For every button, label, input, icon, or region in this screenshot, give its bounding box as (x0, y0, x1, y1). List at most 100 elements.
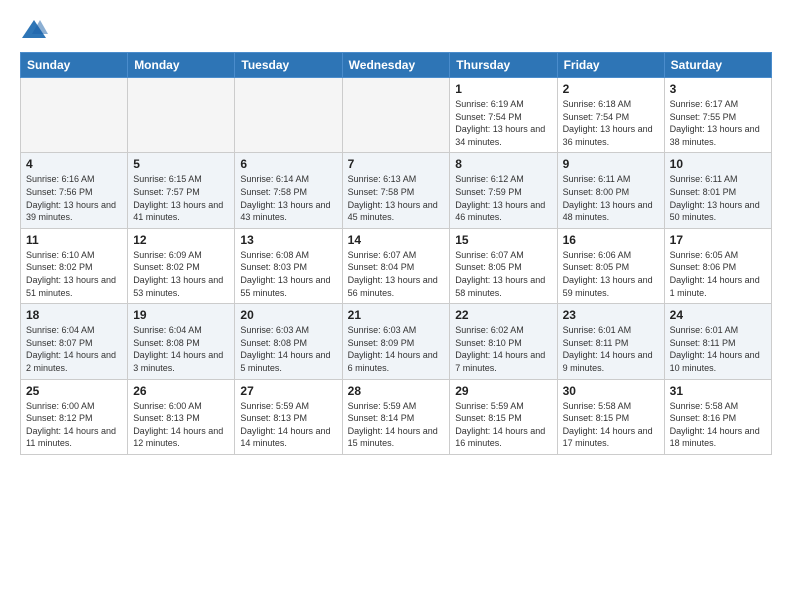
calendar-day-cell: 13 Sunrise: 6:08 AM Sunset: 8:03 PM Dayli… (235, 228, 342, 303)
weekday-header: Tuesday (235, 53, 342, 78)
weekday-header: Sunday (21, 53, 128, 78)
day-info: Sunrise: 6:14 AM Sunset: 7:58 PM Dayligh… (240, 173, 336, 223)
day-info: Sunrise: 6:03 AM Sunset: 8:09 PM Dayligh… (348, 324, 445, 374)
day-info: Sunrise: 6:12 AM Sunset: 7:59 PM Dayligh… (455, 173, 551, 223)
calendar-day-cell: 7 Sunrise: 6:13 AM Sunset: 7:58 PM Daylig… (342, 153, 450, 228)
day-info: Sunrise: 6:18 AM Sunset: 7:54 PM Dayligh… (563, 98, 659, 148)
day-number: 26 (133, 384, 229, 398)
calendar-day-cell (342, 78, 450, 153)
day-info: Sunrise: 6:01 AM Sunset: 8:11 PM Dayligh… (563, 324, 659, 374)
weekday-header: Monday (128, 53, 235, 78)
day-number: 31 (670, 384, 766, 398)
calendar-day-cell (21, 78, 128, 153)
calendar-day-cell: 17 Sunrise: 6:05 AM Sunset: 8:06 PM Dayli… (664, 228, 771, 303)
calendar-day-cell: 31 Sunrise: 5:58 AM Sunset: 8:16 PM Dayli… (664, 379, 771, 454)
calendar-header-row: SundayMondayTuesdayWednesdayThursdayFrid… (21, 53, 772, 78)
calendar-day-cell: 27 Sunrise: 5:59 AM Sunset: 8:13 PM Dayli… (235, 379, 342, 454)
calendar-day-cell: 2 Sunrise: 6:18 AM Sunset: 7:54 PM Daylig… (557, 78, 664, 153)
calendar-day-cell: 16 Sunrise: 6:06 AM Sunset: 8:05 PM Dayli… (557, 228, 664, 303)
calendar-day-cell: 15Sunrise: 6:07 AM Sunset: 8:05 PM Dayli… (450, 228, 557, 303)
calendar-day-cell: 18 Sunrise: 6:04 AM Sunset: 8:07 PM Dayli… (21, 304, 128, 379)
calendar-day-cell: 11 Sunrise: 6:10 AM Sunset: 8:02 PM Dayli… (21, 228, 128, 303)
calendar-week-row: 18 Sunrise: 6:04 AM Sunset: 8:07 PM Dayli… (21, 304, 772, 379)
day-number: 5 (133, 157, 229, 171)
day-info: Sunrise: 6:00 AM Sunset: 8:12 PM Dayligh… (26, 400, 122, 450)
weekday-header: Thursday (450, 53, 557, 78)
day-info: Sunrise: 6:00 AM Sunset: 8:13 PM Dayligh… (133, 400, 229, 450)
calendar-day-cell: 5 Sunrise: 6:15 AM Sunset: 7:57 PM Daylig… (128, 153, 235, 228)
calendar-day-cell: 30Sunrise: 5:58 AM Sunset: 8:15 PM Dayli… (557, 379, 664, 454)
calendar-day-cell (235, 78, 342, 153)
calendar-day-cell: 19 Sunrise: 6:04 AM Sunset: 8:08 PM Dayli… (128, 304, 235, 379)
day-number: 29 (455, 384, 551, 398)
day-info: Sunrise: 6:11 AM Sunset: 8:00 PM Dayligh… (563, 173, 659, 223)
day-info: Sunrise: 6:02 AM Sunset: 8:10 PM Dayligh… (455, 324, 551, 374)
weekday-header: Saturday (664, 53, 771, 78)
day-number: 10 (670, 157, 766, 171)
calendar-day-cell: 6Sunrise: 6:14 AM Sunset: 7:58 PM Daylig… (235, 153, 342, 228)
day-info: Sunrise: 6:19 AM Sunset: 7:54 PM Dayligh… (455, 98, 551, 148)
day-info: Sunrise: 6:04 AM Sunset: 8:08 PM Dayligh… (133, 324, 229, 374)
calendar-day-cell: 28 Sunrise: 5:59 AM Sunset: 8:14 PM Dayli… (342, 379, 450, 454)
day-info: Sunrise: 5:59 AM Sunset: 8:13 PM Dayligh… (240, 400, 336, 450)
weekday-header: Wednesday (342, 53, 450, 78)
header (20, 16, 772, 44)
calendar-day-cell: 22Sunrise: 6:02 AM Sunset: 8:10 PM Dayli… (450, 304, 557, 379)
day-info: Sunrise: 6:09 AM Sunset: 8:02 PM Dayligh… (133, 249, 229, 299)
calendar-week-row: 1 Sunrise: 6:19 AM Sunset: 7:54 PM Daylig… (21, 78, 772, 153)
day-info: Sunrise: 5:59 AM Sunset: 8:14 PM Dayligh… (348, 400, 445, 450)
calendar: SundayMondayTuesdayWednesdayThursdayFrid… (20, 52, 772, 455)
day-number: 12 (133, 233, 229, 247)
calendar-day-cell: 26 Sunrise: 6:00 AM Sunset: 8:13 PM Dayli… (128, 379, 235, 454)
weekday-header: Friday (557, 53, 664, 78)
day-info: Sunrise: 5:58 AM Sunset: 8:16 PM Dayligh… (670, 400, 766, 450)
calendar-day-cell: 8 Sunrise: 6:12 AM Sunset: 7:59 PM Daylig… (450, 153, 557, 228)
calendar-week-row: 11 Sunrise: 6:10 AM Sunset: 8:02 PM Dayli… (21, 228, 772, 303)
day-number: 4 (26, 157, 122, 171)
calendar-day-cell: 21Sunrise: 6:03 AM Sunset: 8:09 PM Dayli… (342, 304, 450, 379)
day-number: 18 (26, 308, 122, 322)
day-info: Sunrise: 6:05 AM Sunset: 8:06 PM Dayligh… (670, 249, 766, 299)
day-number: 28 (348, 384, 445, 398)
calendar-day-cell (128, 78, 235, 153)
calendar-day-cell: 12 Sunrise: 6:09 AM Sunset: 8:02 PM Dayli… (128, 228, 235, 303)
day-number: 30 (563, 384, 659, 398)
day-info: Sunrise: 6:04 AM Sunset: 8:07 PM Dayligh… (26, 324, 122, 374)
day-number: 23 (563, 308, 659, 322)
day-number: 19 (133, 308, 229, 322)
day-info: Sunrise: 5:59 AM Sunset: 8:15 PM Dayligh… (455, 400, 551, 450)
calendar-day-cell: 25Sunrise: 6:00 AM Sunset: 8:12 PM Dayli… (21, 379, 128, 454)
calendar-day-cell: 24 Sunrise: 6:01 AM Sunset: 8:11 PM Dayli… (664, 304, 771, 379)
calendar-day-cell: 14Sunrise: 6:07 AM Sunset: 8:04 PM Dayli… (342, 228, 450, 303)
day-number: 20 (240, 308, 336, 322)
day-info: Sunrise: 6:10 AM Sunset: 8:02 PM Dayligh… (26, 249, 122, 299)
day-info: Sunrise: 6:07 AM Sunset: 8:04 PM Dayligh… (348, 249, 445, 299)
calendar-day-cell: 23 Sunrise: 6:01 AM Sunset: 8:11 PM Dayli… (557, 304, 664, 379)
day-number: 24 (670, 308, 766, 322)
day-number: 11 (26, 233, 122, 247)
day-info: Sunrise: 6:08 AM Sunset: 8:03 PM Dayligh… (240, 249, 336, 299)
day-info: Sunrise: 6:03 AM Sunset: 8:08 PM Dayligh… (240, 324, 336, 374)
day-info: Sunrise: 6:01 AM Sunset: 8:11 PM Dayligh… (670, 324, 766, 374)
day-number: 17 (670, 233, 766, 247)
day-info: Sunrise: 6:15 AM Sunset: 7:57 PM Dayligh… (133, 173, 229, 223)
day-number: 16 (563, 233, 659, 247)
calendar-day-cell: 10 Sunrise: 6:11 AM Sunset: 8:01 PM Dayli… (664, 153, 771, 228)
calendar-day-cell: 3Sunrise: 6:17 AM Sunset: 7:55 PM Daylig… (664, 78, 771, 153)
day-number: 9 (563, 157, 659, 171)
day-number: 15 (455, 233, 551, 247)
day-number: 27 (240, 384, 336, 398)
day-number: 2 (563, 82, 659, 96)
day-info: Sunrise: 6:13 AM Sunset: 7:58 PM Dayligh… (348, 173, 445, 223)
calendar-day-cell: 4Sunrise: 6:16 AM Sunset: 7:56 PM Daylig… (21, 153, 128, 228)
day-number: 1 (455, 82, 551, 96)
calendar-day-cell: 1 Sunrise: 6:19 AM Sunset: 7:54 PM Daylig… (450, 78, 557, 153)
day-number: 8 (455, 157, 551, 171)
day-number: 13 (240, 233, 336, 247)
logo (20, 16, 52, 44)
logo-icon (20, 16, 48, 44)
day-info: Sunrise: 6:11 AM Sunset: 8:01 PM Dayligh… (670, 173, 766, 223)
calendar-day-cell: 29 Sunrise: 5:59 AM Sunset: 8:15 PM Dayli… (450, 379, 557, 454)
day-number: 7 (348, 157, 445, 171)
day-info: Sunrise: 6:06 AM Sunset: 8:05 PM Dayligh… (563, 249, 659, 299)
